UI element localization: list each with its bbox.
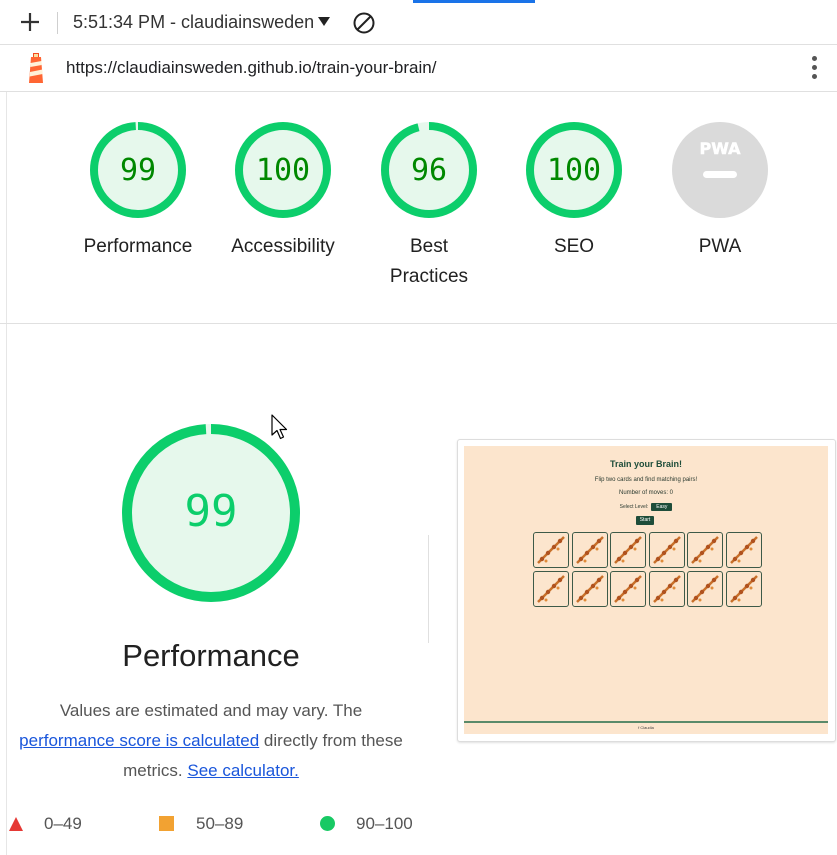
screenshot-card — [648, 571, 685, 607]
screenshot-card — [533, 532, 569, 568]
caret-down-icon[interactable] — [318, 17, 330, 26]
circle-icon — [320, 816, 335, 831]
screenshot-footer: f Claudia — [638, 725, 654, 730]
screenshot-card — [571, 571, 608, 607]
gauge-performance[interactable]: 99 Performance — [65, 120, 211, 262]
gauge-accessibility[interactable]: 100 Accessibility — [210, 120, 356, 262]
pwa-badge-text: PWA — [699, 139, 741, 158]
lighthouse-icon — [29, 53, 43, 83]
screenshot-page: Train your Brain! Flip two cards and fin… — [464, 446, 828, 734]
score-summary: 99 Performance 100 Accessibility 96 Best… — [0, 92, 837, 324]
screenshot-card — [648, 532, 685, 568]
performance-score: 99 — [185, 486, 238, 537]
screenshot-card — [687, 571, 723, 607]
gauge-ring: 100 — [235, 122, 331, 218]
screenshot-card-grid — [533, 532, 763, 612]
gauge-label: PWA — [698, 236, 742, 257]
audited-url: https://claudiainsweden.github.io/train-… — [66, 58, 437, 77]
square-icon — [159, 816, 174, 831]
active-tab-indicator — [413, 0, 535, 3]
block-icon[interactable] — [352, 11, 376, 35]
devtools-toolbar: 5:51:34 PM - claudiainsweden.github.io — [0, 0, 837, 45]
gauge-score: 100 — [256, 153, 310, 188]
screenshot-card — [725, 571, 762, 607]
report-url-bar: https://claudiainsweden.github.io/train-… — [0, 45, 837, 92]
gauge-label: Performance — [83, 236, 193, 257]
gauge-label: SEO — [553, 236, 595, 257]
gauge-score: 100 — [547, 153, 601, 188]
screenshot-footer-line — [464, 721, 828, 723]
pwa-badge-icon: PWA — [672, 122, 768, 218]
gauge-ring: 100 — [526, 122, 622, 218]
screenshot-card — [571, 532, 608, 568]
screenshot-level-select: Easy — [651, 503, 673, 511]
see-calculator-link[interactable]: See calculator. — [187, 761, 299, 780]
vertical-divider — [428, 535, 429, 643]
legend-pass: 90–100 — [356, 814, 413, 833]
mouse-cursor-icon — [271, 414, 288, 440]
screenshot-start-button: Start — [636, 516, 654, 525]
score-legend: 0–49 50–89 90–100 — [0, 810, 440, 840]
gauge-score: 96 — [411, 153, 447, 188]
screenshot-level: Select Level: Easy — [464, 503, 828, 511]
toolbar-separator — [57, 12, 58, 34]
gauge-label: Accessibility — [231, 236, 335, 257]
screenshot-subtitle: Flip two cards and find matching pairs! — [594, 477, 698, 483]
report-selector[interactable]: 5:51:34 PM - claudiainsweden.github.io — [73, 12, 313, 33]
screenshot-card — [533, 571, 569, 607]
gauge-best-practices[interactable]: 96 Best Practices — [356, 120, 502, 292]
screenshot-level-label: Select Level: — [619, 504, 649, 510]
screenshot-card — [610, 532, 646, 568]
performance-title: Performance — [122, 638, 300, 673]
final-screenshot[interactable]: Train your Brain! Flip two cards and fin… — [457, 439, 836, 742]
kebab-menu-icon[interactable] — [806, 55, 822, 81]
legend-fail: 0–49 — [44, 814, 82, 833]
gauge-ring: 96 — [381, 122, 477, 218]
triangle-icon — [9, 817, 23, 831]
score-calculated-link[interactable]: performance score is calculated — [19, 731, 259, 750]
performance-gauge-large: 99 — [122, 424, 300, 602]
plus-icon[interactable] — [18, 10, 42, 34]
screenshot-card — [725, 532, 762, 568]
gauge-score: 99 — [120, 153, 156, 188]
gauge-seo[interactable]: 100 SEO — [501, 120, 647, 262]
performance-description: Values are estimated and may vary. The p… — [0, 696, 422, 786]
screenshot-title: Train your Brain! — [609, 459, 682, 469]
gauge-label: Best Practices — [389, 236, 469, 287]
legend-average: 50–89 — [196, 814, 244, 833]
desc-text-1: Values are estimated and may vary. The — [59, 701, 363, 720]
screenshot-moves: Number of moves: 0 — [618, 490, 674, 496]
gauge-ring: 99 — [90, 122, 186, 218]
screenshot-card — [687, 532, 723, 568]
screenshot-card — [610, 571, 646, 607]
gauge-pwa[interactable]: PWA PWA — [647, 120, 793, 262]
